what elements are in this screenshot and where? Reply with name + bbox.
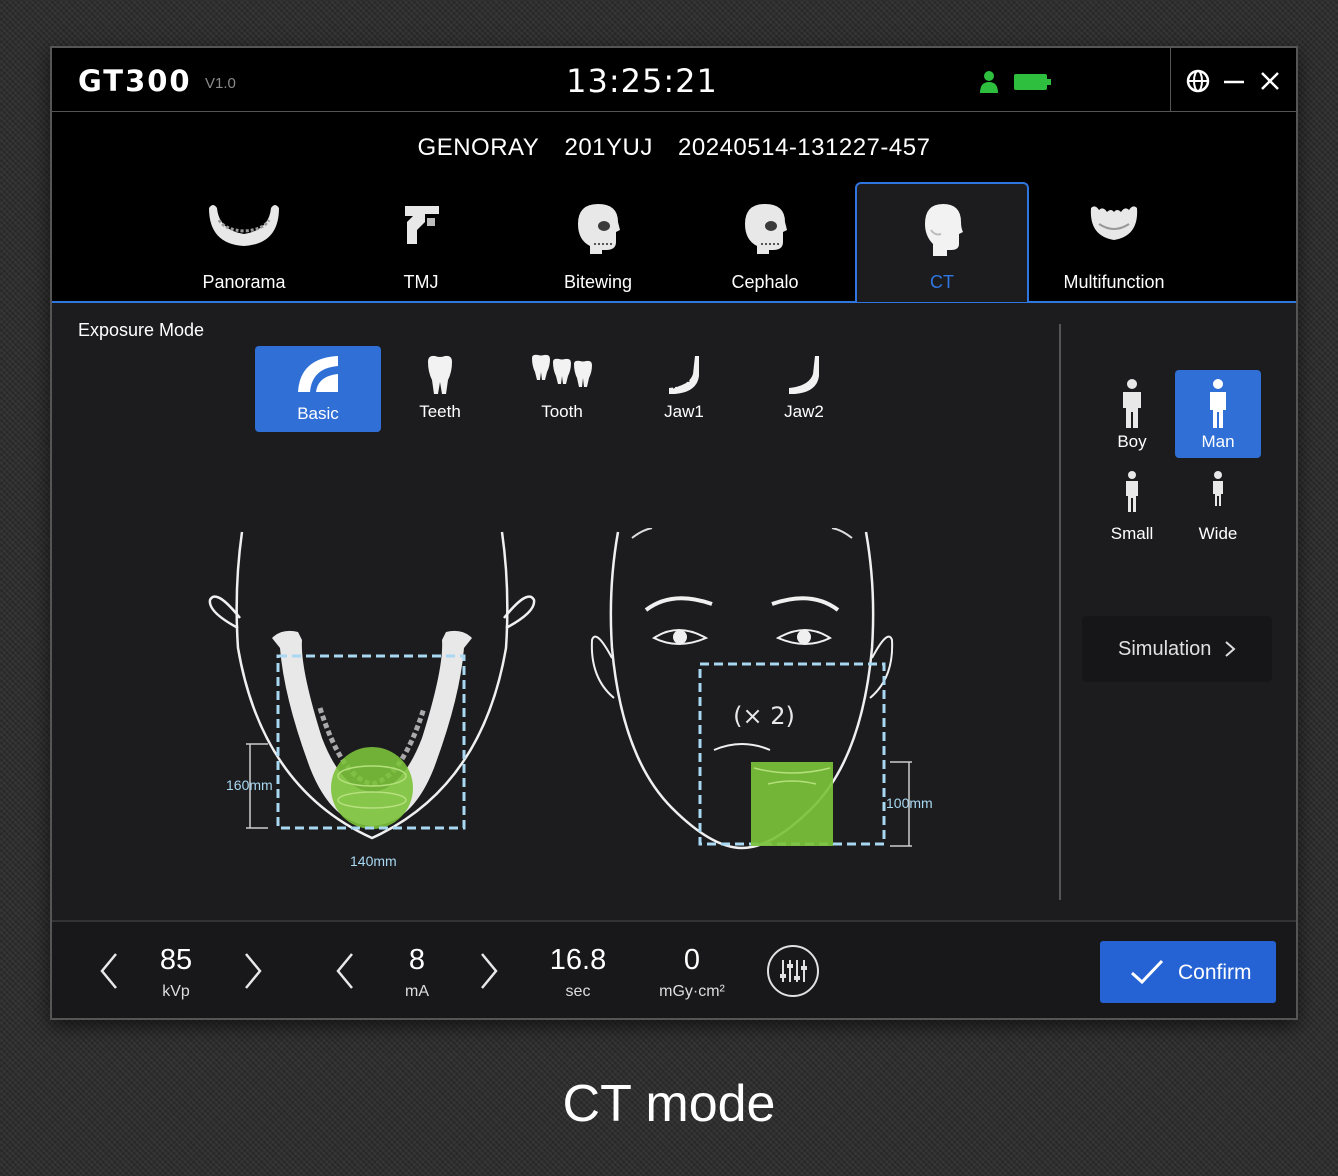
- tab-bitewing[interactable]: Bitewing: [513, 184, 683, 304]
- dose-unit: mGy·cm²: [659, 983, 725, 1000]
- tab-ct[interactable]: CT: [855, 182, 1029, 302]
- tab-tmj[interactable]: TMJ: [336, 184, 506, 304]
- patient-info: GENORAY 201YUJ 20240514-131227-457: [52, 134, 1296, 162]
- battery-icon: [1014, 74, 1051, 90]
- ma-display: 8 mA: [367, 944, 467, 1001]
- exposure-mode-title: Exposure Mode: [78, 320, 205, 340]
- mode-label: Tooth: [541, 402, 583, 421]
- body-type-label: Man: [1201, 432, 1235, 451]
- tab-label: Bitewing: [563, 272, 633, 292]
- skull-icon: [578, 204, 620, 254]
- confirm-button[interactable]: Confirm: [1100, 941, 1276, 1003]
- mixer-settings-icon[interactable]: [766, 944, 820, 998]
- tab-label: Panorama: [202, 272, 286, 292]
- globe-icon[interactable]: [1185, 68, 1211, 94]
- body-type-label: Wide: [1198, 524, 1238, 543]
- app-logo: GT300: [78, 64, 192, 98]
- mode-label: Jaw2: [784, 402, 824, 421]
- confirm-label: Confirm: [1178, 961, 1252, 984]
- tab-underline: [52, 301, 1296, 303]
- clock: 13:25:21: [566, 62, 718, 100]
- mode-label: Teeth: [419, 402, 461, 421]
- app-window: GT300 V1.0 13:25:21 GENORAY 201YUJ 20240…: [50, 46, 1298, 1020]
- exposure-time-display: 16.8 sec: [528, 944, 628, 1001]
- tab-label: CT: [930, 272, 954, 292]
- multiplier-label: (× 2): [733, 702, 795, 730]
- skull-icon: [745, 204, 787, 254]
- dose-value: 0: [683, 944, 701, 976]
- patient-study-id: 20240514-131227-457: [678, 134, 931, 161]
- face-front-view: (× 2) 100mm: [590, 528, 933, 850]
- mode-jaw2-button[interactable]: Jaw2: [741, 346, 867, 432]
- panel-separator: [1059, 324, 1061, 900]
- ma-decrease-button[interactable]: [334, 952, 356, 990]
- teeth-arch-icon: [1090, 206, 1138, 240]
- body-type-label: Small: [1110, 524, 1154, 543]
- simulation-label: Simulation: [1118, 638, 1212, 660]
- tooth-icon: [428, 355, 452, 394]
- ma-increase-button[interactable]: [478, 952, 500, 990]
- patient-vendor: GENORAY: [417, 134, 540, 161]
- three-teeth-icon: [532, 354, 592, 387]
- jaw-side-icon: [789, 356, 819, 394]
- sec-value: 16.8: [549, 944, 607, 976]
- person-icon: [1123, 379, 1141, 428]
- mode-jaw1-button[interactable]: Jaw1: [621, 346, 747, 432]
- title-bar: GT300 V1.0 13:25:21: [52, 48, 1296, 112]
- person-icon: [1210, 379, 1226, 428]
- height-dimension-label: 160mm: [226, 777, 273, 793]
- check-icon: [1130, 959, 1164, 985]
- sec-unit: sec: [565, 983, 591, 1000]
- mode-tooth-button[interactable]: Tooth: [499, 346, 625, 432]
- body-type-small-button[interactable]: Small: [1089, 462, 1175, 550]
- jaw-icon: [209, 205, 279, 246]
- parameter-bar: 85 kVp 8 mA 16.8 sec 0 mGy·cm² Confirm: [52, 920, 1296, 1018]
- tab-label: TMJ: [403, 272, 439, 292]
- tab-multifunction[interactable]: Multifunction: [1029, 184, 1199, 304]
- head-icon: [925, 204, 963, 256]
- mandible-view: 160mm 140mm: [208, 531, 536, 869]
- screen-caption: CT mode: [562, 1075, 776, 1133]
- person-small-icon: [1126, 471, 1138, 512]
- body-type-wide-button[interactable]: Wide: [1175, 462, 1261, 550]
- dose-display: 0 mGy·cm²: [642, 944, 742, 1001]
- simulation-button[interactable]: Simulation: [1082, 616, 1272, 682]
- title-separator: [1170, 48, 1171, 111]
- kvp-increase-button[interactable]: [242, 952, 264, 990]
- width-dimension-label: 140mm: [350, 853, 397, 869]
- mode-teeth-button[interactable]: Teeth: [377, 346, 503, 432]
- kvp-decrease-button[interactable]: [98, 952, 120, 990]
- front-height-dimension-label: 100mm: [886, 795, 933, 811]
- tab-label: Multifunction: [1063, 272, 1165, 292]
- body-type-boy-button[interactable]: Boy: [1089, 370, 1175, 458]
- app-version: V1.0: [205, 75, 236, 92]
- user-icon: [980, 71, 998, 93]
- mode-label: Jaw1: [664, 402, 704, 421]
- body-type-label: Boy: [1117, 432, 1147, 451]
- minimize-icon[interactable]: [1222, 68, 1246, 94]
- close-icon[interactable]: [1258, 68, 1282, 94]
- mode-basic-button[interactable]: Basic: [255, 346, 381, 432]
- chevron-right-icon: [1225, 641, 1236, 657]
- kvp-value: 85: [159, 944, 193, 976]
- tmj-icon: [405, 206, 439, 244]
- body-type-man-button[interactable]: Man: [1175, 370, 1261, 458]
- person-wide-icon: [1213, 471, 1223, 506]
- tab-label: Cephalo: [731, 272, 799, 292]
- jaw-side-icon: [669, 356, 699, 394]
- ma-unit: mA: [405, 983, 429, 1000]
- kvp-display: 85 kVp: [126, 944, 226, 1001]
- arch-icon: [298, 356, 338, 392]
- patient-id: 201YUJ: [564, 134, 653, 161]
- mode-label: Basic: [297, 404, 339, 423]
- ct-fov-diagram: 160mm 140mm (× 2) 100mm: [208, 528, 933, 869]
- tab-panorama[interactable]: Panorama: [159, 184, 329, 304]
- ma-value: 8: [408, 944, 426, 976]
- tab-cephalo[interactable]: Cephalo: [680, 184, 850, 304]
- kvp-unit: kVp: [162, 983, 190, 1000]
